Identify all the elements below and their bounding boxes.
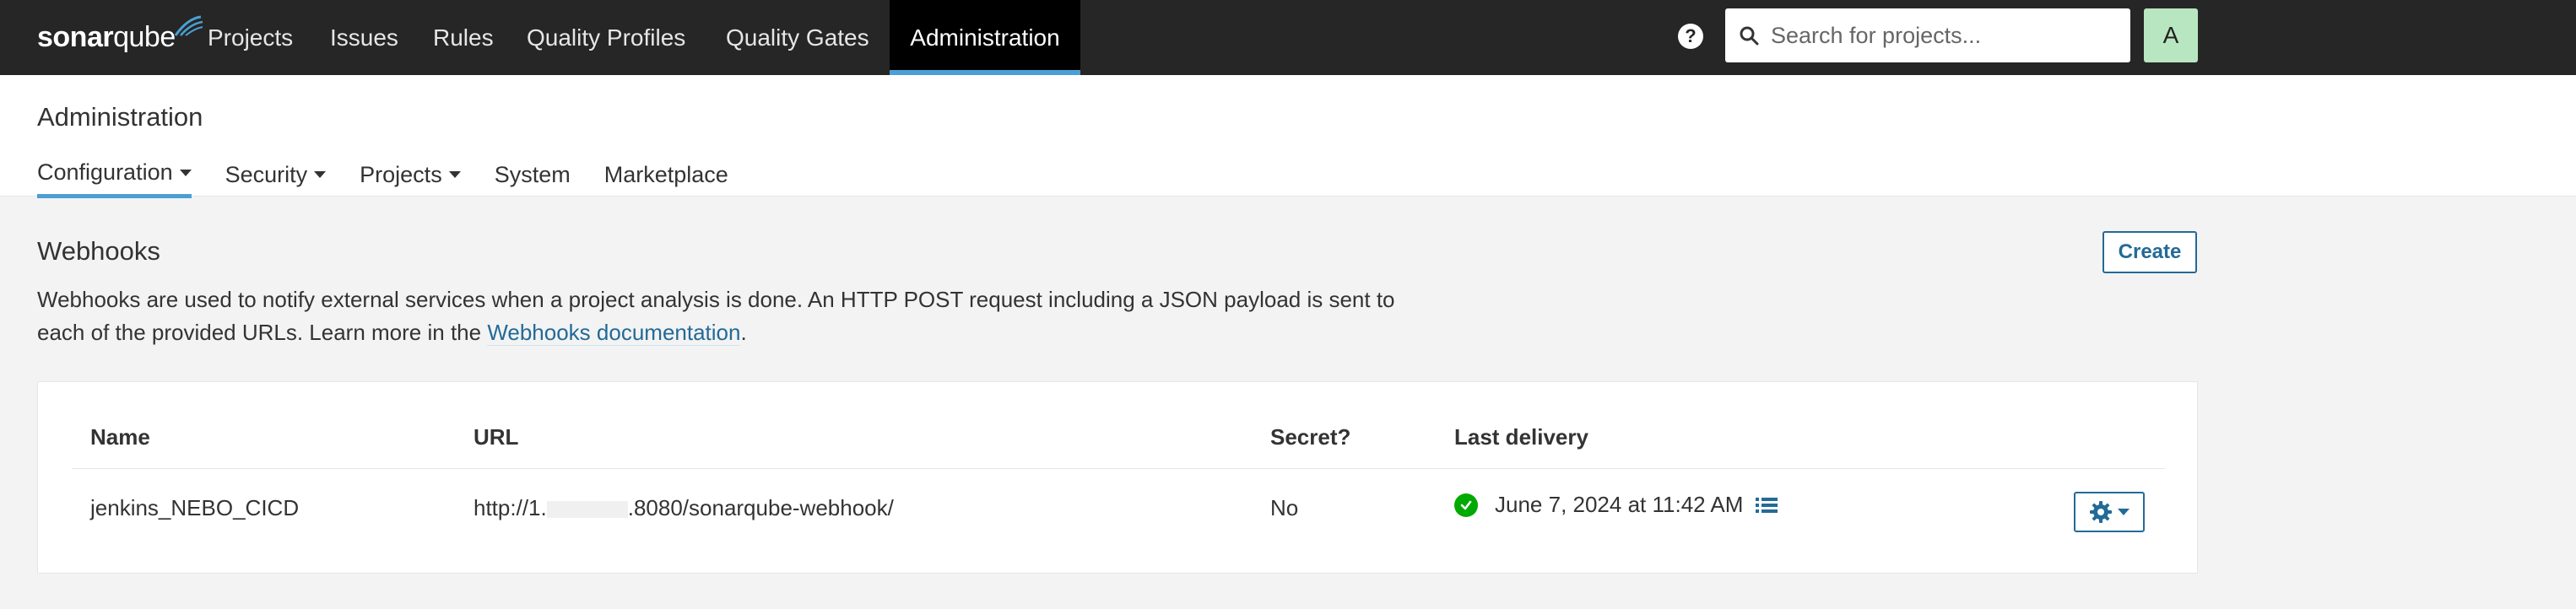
sonarqube-logo[interactable]: sonar qube — [37, 15, 203, 57]
column-header-last-delivery: Last delivery — [1454, 424, 1588, 450]
nav-quality-profiles[interactable]: Quality Profiles — [510, 0, 702, 75]
webhooks-title: Webhooks — [37, 236, 160, 266]
subnav-marketplace[interactable]: Marketplace — [604, 159, 728, 198]
subnav-configuration[interactable]: Configuration — [37, 159, 192, 198]
success-check-icon — [1454, 493, 1478, 517]
column-header-url: URL — [474, 424, 519, 450]
column-header-name: Name — [90, 424, 150, 450]
webhooks-table: Name URL Secret? Last delivery jenkins_N… — [37, 381, 2198, 574]
chevron-down-icon — [2118, 509, 2130, 515]
webhooks-description: Webhooks are used to notify external ser… — [37, 287, 1395, 346]
webhook-secret: No — [1270, 495, 1299, 520]
subnav-security[interactable]: Security — [225, 159, 327, 198]
search-input[interactable] — [1771, 22, 2108, 49]
help-icon[interactable]: ? — [1678, 24, 1703, 49]
chevron-down-icon — [314, 171, 327, 178]
column-header-secret: Secret? — [1270, 424, 1351, 450]
webhooks-documentation-link[interactable]: Webhooks documentation — [487, 320, 741, 346]
webhook-actions-button[interactable] — [2074, 492, 2145, 532]
create-webhook-button[interactable]: Create — [2102, 231, 2197, 273]
nav-projects[interactable]: Projects — [191, 0, 310, 75]
chevron-down-icon — [448, 171, 461, 178]
page-title: Administration — [37, 102, 203, 132]
header-divider — [72, 468, 2165, 469]
subnav-system[interactable]: System — [495, 159, 571, 198]
redacted-address — [546, 501, 628, 519]
nav-administration[interactable]: Administration — [890, 0, 1080, 75]
subnav-projects[interactable]: Projects — [360, 159, 461, 198]
webhook-name: jenkins_NEBO_CICD — [90, 495, 300, 520]
webhook-last-delivery: June 7, 2024 at 11:42 AM — [1454, 492, 1778, 518]
top-navigation-bar: sonar qube Projects Issues Rules Quality … — [0, 0, 2576, 75]
nav-quality-gates[interactable]: Quality Gates — [709, 0, 886, 75]
gear-icon — [2090, 501, 2112, 523]
search-icon — [1740, 26, 1759, 46]
nav-rules[interactable]: Rules — [416, 0, 511, 75]
user-avatar[interactable]: A — [2144, 8, 2198, 62]
webhook-url: http://1. .8080/sonarqube-webhook/ — [474, 495, 894, 520]
last-delivery-date: June 7, 2024 at 11:42 AM — [1495, 492, 1744, 517]
delivery-history-list-icon[interactable] — [1755, 495, 1778, 515]
page-header: Administration Configuration Security Pr… — [0, 75, 2576, 198]
chevron-down-icon — [179, 169, 192, 176]
search-box[interactable] — [1725, 8, 2130, 62]
admin-subnav: Configuration Security Projects System M… — [37, 159, 762, 198]
nav-issues[interactable]: Issues — [313, 0, 415, 75]
